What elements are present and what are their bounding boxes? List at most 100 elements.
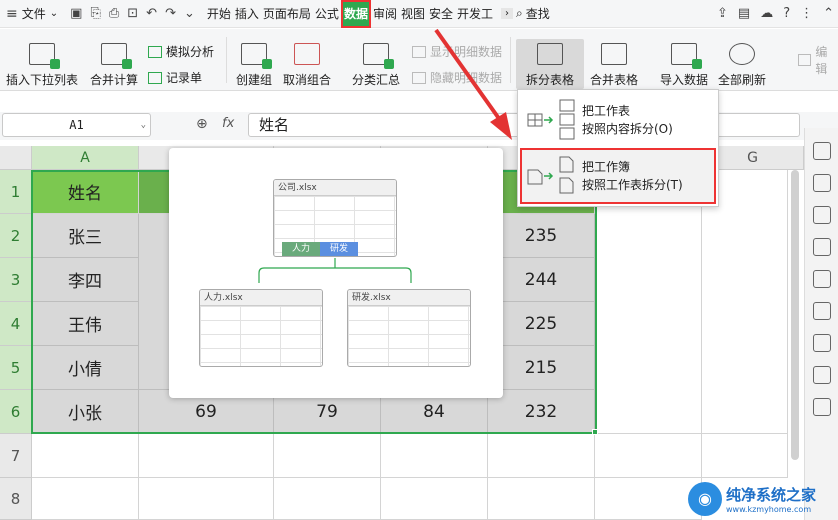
cell-e5[interactable]: 215 <box>488 346 595 390</box>
cell-e7[interactable] <box>488 434 595 478</box>
tab-home[interactable]: 开始 <box>205 0 233 28</box>
column-header-a[interactable]: A <box>32 146 139 170</box>
row-header-2[interactable]: 2 <box>0 214 32 258</box>
widget-icon[interactable] <box>812 302 831 320</box>
fill-handle[interactable] <box>592 429 598 435</box>
dropdown-list-icon <box>29 43 60 69</box>
share-icon[interactable]: ⇪ <box>717 6 728 21</box>
output-workbook-rd: 研发.xlsx <box>347 289 471 367</box>
create-group-button[interactable]: 创建组 <box>236 43 272 88</box>
row-header-4[interactable]: 4 <box>0 302 32 346</box>
split-table-button[interactable]: 拆分表格 <box>516 39 584 89</box>
cell-b8[interactable] <box>139 478 274 520</box>
tab-security[interactable]: 安全 <box>427 0 455 28</box>
cell-a7[interactable] <box>32 434 139 478</box>
print-preview-icon[interactable]: ⊡ <box>127 6 138 21</box>
what-if-analysis-button[interactable]: 模拟分析 <box>148 43 214 60</box>
tab-insert[interactable]: 插入 <box>233 0 261 28</box>
row-header-5[interactable]: 5 <box>0 346 32 390</box>
cell-f8[interactable] <box>595 478 702 520</box>
cell-a6[interactable]: 小张 <box>32 390 139 434</box>
help-icon[interactable]: ? <box>783 6 790 21</box>
import-data-button[interactable]: 导入数据 <box>660 43 708 88</box>
hide-detail-icon <box>412 71 426 84</box>
ribbon-divider <box>510 37 511 83</box>
name-box[interactable]: A1 ⌄ <box>2 113 151 137</box>
cell-block-f[interactable] <box>595 170 702 434</box>
edit-links-button[interactable]: 编辑 <box>798 43 838 77</box>
chevron-down-icon: ⌄ <box>49 8 59 19</box>
undo-icon[interactable]: ↶ <box>146 6 157 21</box>
zoom-formula-icon[interactable]: ⊕ <box>196 116 208 132</box>
cell-d7[interactable] <box>381 434 488 478</box>
record-form-button[interactable]: 记录单 <box>148 69 202 86</box>
collapse-ribbon-icon[interactable]: ⌃ <box>823 6 834 21</box>
cell-g7[interactable] <box>702 434 788 478</box>
calendar-icon[interactable]: ▤ <box>738 6 750 21</box>
table-icon[interactable] <box>812 238 831 256</box>
cell-a3[interactable]: 李四 <box>32 258 139 302</box>
tab-data[interactable]: 数据 <box>340 0 371 28</box>
cell-a5[interactable]: 小倩 <box>32 346 139 390</box>
function-icon[interactable]: fx <box>222 116 234 131</box>
cell-a8[interactable] <box>32 478 139 520</box>
cell-d8[interactable] <box>381 478 488 520</box>
tab-page-layout[interactable]: 页面布局 <box>261 0 313 28</box>
cell-block-g[interactable] <box>702 170 788 434</box>
output-rd-title: 研发.xlsx <box>348 290 470 306</box>
select-all-corner[interactable] <box>0 146 32 170</box>
merge-calculation-button[interactable]: 合并计算 <box>90 43 138 88</box>
row-header-8[interactable]: 8 <box>0 478 32 520</box>
more-options-icon[interactable]: ⋮ <box>800 6 813 21</box>
row-header-3[interactable]: 3 <box>0 258 32 302</box>
cell-b7[interactable] <box>139 434 274 478</box>
more-tabs-button[interactable]: › <box>501 8 514 19</box>
cell-c7[interactable] <box>274 434 381 478</box>
cell-c8[interactable] <box>274 478 381 520</box>
ungroup-button[interactable]: 取消组合 <box>283 43 331 88</box>
row-header-1[interactable]: 1 <box>0 170 32 214</box>
show-detail-button[interactable]: 显示明细数据 <box>412 43 502 60</box>
tab-formulas[interactable]: 公式 <box>313 0 341 28</box>
cell-a1[interactable]: 姓名 <box>32 170 139 214</box>
cell-a4[interactable]: 王伟 <box>32 302 139 346</box>
tab-view[interactable]: 视图 <box>399 0 427 28</box>
subtotal-button[interactable]: 分类汇总 <box>352 43 400 88</box>
cell-e6[interactable]: 232 <box>488 390 595 434</box>
row-header-6[interactable]: 6 <box>0 390 32 434</box>
share-panel-icon[interactable] <box>812 366 831 384</box>
scrollbar-thumb[interactable] <box>791 170 799 460</box>
search-box[interactable]: › ⌕ 查找 <box>501 5 550 22</box>
export-icon[interactable] <box>812 398 831 416</box>
shapes-icon[interactable] <box>812 174 831 192</box>
save-icon[interactable]: ▣ <box>70 6 82 21</box>
backup-icon[interactable] <box>812 334 831 352</box>
row-header-7[interactable]: 7 <box>0 434 32 478</box>
tab-developer[interactable]: 开发工 <box>455 0 495 28</box>
refresh-all-button[interactable]: 全部刷新 <box>718 43 766 88</box>
menu-item-split-workbook[interactable]: 把工作簿 按照工作表拆分(T) <box>520 148 716 204</box>
redo-icon[interactable]: ↷ <box>165 6 176 21</box>
insert-dropdown-list-button[interactable]: 插入下拉列表 <box>6 43 78 88</box>
file-menu[interactable]: ≡ 文件 ⌄ <box>0 0 64 28</box>
split-workbook-icon <box>522 154 582 198</box>
vertical-scrollbar[interactable] <box>788 170 802 470</box>
format-painter-icon[interactable]: ⎘ <box>90 6 100 21</box>
menu-item-split-worksheet[interactable]: 把工作表 按照内容拆分(O) <box>522 94 714 146</box>
cell-a2[interactable]: 张三 <box>32 214 139 258</box>
apps-icon[interactable] <box>812 270 831 288</box>
search-icon: ⌕ <box>516 6 523 20</box>
hide-detail-button[interactable]: 隐藏明细数据 <box>412 69 502 86</box>
cell-e4[interactable]: 225 <box>488 302 595 346</box>
tab-review[interactable]: 审阅 <box>371 0 399 28</box>
print-icon[interactable]: ⎙ <box>109 6 119 21</box>
style-icon[interactable] <box>812 206 831 224</box>
cell-e3[interactable]: 244 <box>488 258 595 302</box>
cell-e8[interactable] <box>488 478 595 520</box>
cloud-sync-icon[interactable]: ☁ <box>760 6 773 21</box>
cursor-icon[interactable] <box>812 142 831 160</box>
cell-e2[interactable]: 235 <box>488 214 595 258</box>
cell-f7[interactable] <box>595 434 702 478</box>
merge-table-button[interactable]: 合并表格 <box>590 43 638 88</box>
customize-icon[interactable]: ⌄ <box>184 6 195 21</box>
